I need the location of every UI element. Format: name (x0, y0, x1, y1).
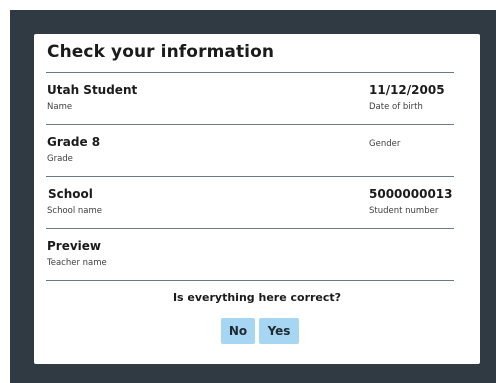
name-value: Utah Student (47, 83, 138, 97)
grade-label: Grade (47, 154, 73, 164)
student-number-label: Student number (369, 206, 439, 216)
yes-button[interactable]: Yes (259, 318, 299, 344)
row-divider (46, 124, 454, 125)
grade-value: Grade 8 (47, 135, 101, 149)
title-divider (46, 72, 454, 73)
name-label: Name (47, 102, 73, 112)
check-info-dialog: Check your information Utah Student Name… (34, 34, 480, 364)
row-divider (46, 280, 454, 281)
school-label: School name (47, 206, 103, 216)
gender-label: Gender (369, 139, 401, 149)
confirm-prompt: Is everything here correct? (172, 291, 342, 304)
row-divider (46, 176, 454, 177)
student-number-value: 5000000013 (369, 187, 453, 201)
no-button[interactable]: No (221, 318, 255, 344)
dob-value: 11/12/2005 (369, 83, 445, 97)
row-divider (46, 228, 454, 229)
school-value: School (48, 187, 93, 201)
dob-label: Date of birth (369, 102, 423, 112)
teacher-label: Teacher name (47, 258, 107, 268)
teacher-value: Preview (47, 239, 102, 253)
dialog-title: Check your information (47, 42, 275, 62)
